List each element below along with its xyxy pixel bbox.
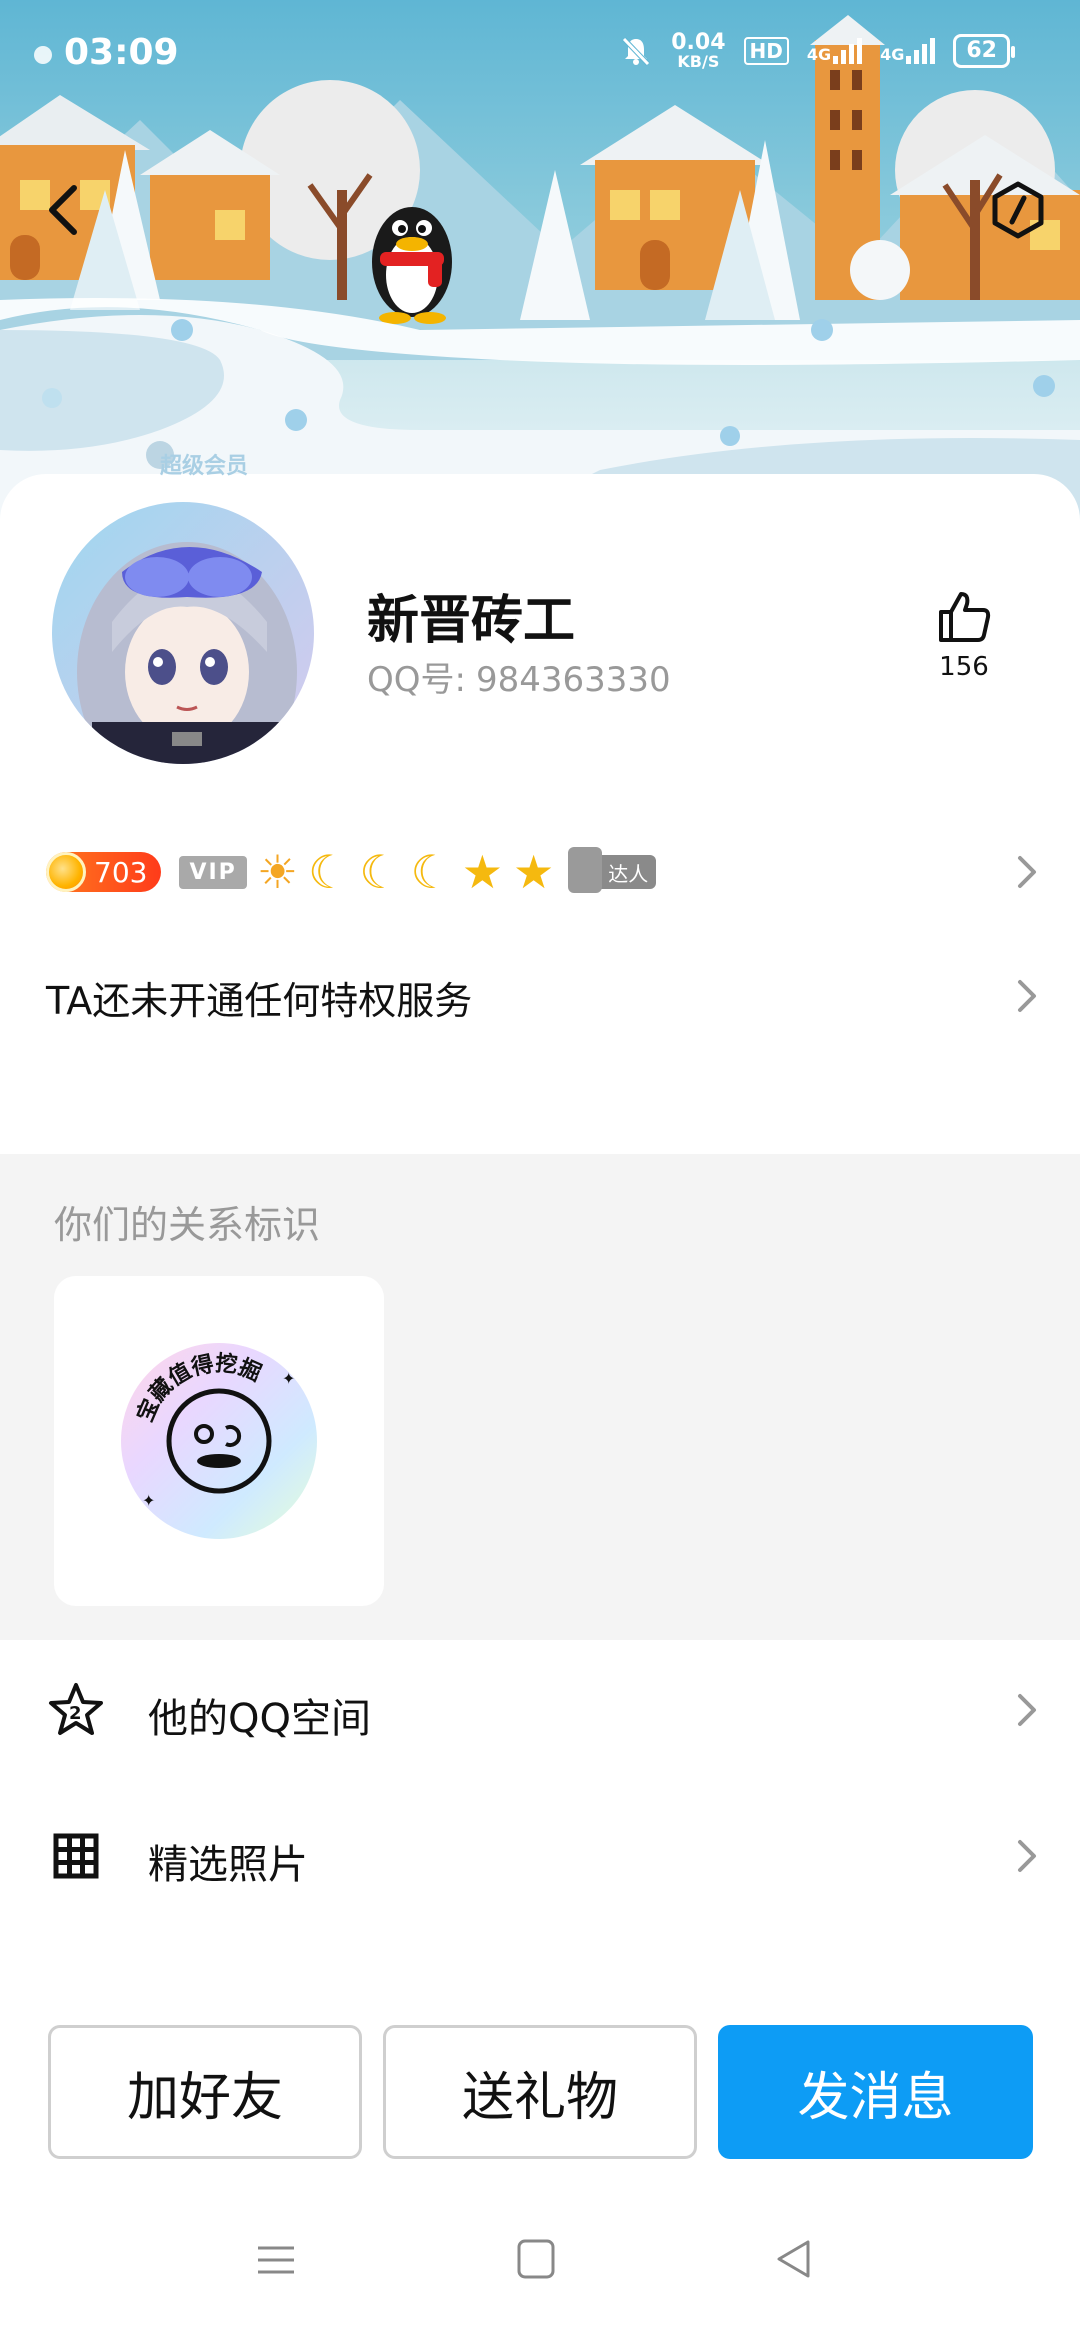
chevron-right-icon[interactable] [1014, 976, 1040, 1016]
talent-badge: 达人 [568, 847, 657, 893]
svg-text:✦: ✦ [282, 1369, 295, 1388]
send-message-button[interactable]: 发消息 [718, 2025, 1033, 2159]
activity-level-badge: 703 [46, 852, 162, 892]
menu-icon[interactable] [256, 2240, 296, 2280]
svg-text:✦: ✦ [142, 1491, 155, 1510]
mute-bell-icon [622, 37, 651, 66]
home-icon[interactable] [516, 2238, 556, 2280]
svip-watermark: 超级会员 [160, 454, 249, 479]
network-speed-value: 0.04 [671, 30, 726, 55]
sun-level-icon: ☀ [256, 845, 299, 899]
network-speed-unit: KB/S [677, 52, 720, 71]
activity-level-value: 703 [94, 855, 148, 889]
network-speed: 0.04 KB/S [671, 32, 725, 70]
add-friend-button[interactable]: 加好友 [48, 2025, 362, 2159]
sim1-network-type: 4G [806, 45, 832, 64]
thumbs-up-icon [939, 592, 991, 642]
chevron-right-icon [1018, 1840, 1036, 1872]
like-count: 156 [939, 652, 989, 682]
qq-number-line: QQ号: 984363330 [367, 652, 671, 701]
battery-icon: 62 [953, 34, 1015, 68]
privilege-status[interactable]: TA还未开通任何特权服务 [46, 970, 472, 1025]
battery-level: 62 [966, 38, 997, 63]
star-icon: 2 [49, 1683, 103, 1735]
system-navigation-bar [0, 2200, 1080, 2340]
like-button[interactable]: 156 [930, 588, 998, 682]
star-level-icon: ★ [513, 845, 555, 899]
moon-level-icon: ☾ [410, 845, 452, 899]
vip-badge: VIP [179, 855, 247, 889]
relationship-section-title: 你们的关系标识 [54, 1203, 321, 1247]
more-settings-button[interactable] [988, 180, 1048, 240]
treasure-badge-icon: 宝藏值得挖掘 ✦ ✦ [121, 1343, 317, 1539]
list-item-featured-photos[interactable]: 精选照片 [0, 1786, 1080, 1926]
svg-text:2: 2 [69, 1703, 82, 1724]
signal-sim1-icon: 4G [806, 38, 863, 64]
signal-sim2-icon: 4G [880, 38, 936, 64]
send-gift-button[interactable]: 送礼物 [383, 2025, 697, 2159]
list-item-label: 精选照片 [148, 1842, 308, 1888]
nickname: 新晋砖工 [367, 591, 576, 651]
hd-icon: HD [743, 37, 789, 65]
grid-icon [53, 1833, 99, 1879]
star-level-icon: ★ [461, 845, 504, 899]
moon-level-icon: ☾ [359, 845, 401, 899]
level-badges-row[interactable]: 703 VIP ☀ ☾ ☾ ☾ ★ ★ 达人 [46, 842, 657, 902]
back-button[interactable] [40, 180, 90, 240]
sim2-network-type: 4G [880, 45, 905, 64]
status-bar: 03:09 0.04 KB/S HD 4G 4G 62 [0, 0, 1080, 110]
list-item-label: 他的QQ空间 [148, 1696, 371, 1742]
chevron-left-icon [49, 185, 77, 235]
notification-dot-icon [34, 46, 52, 64]
hexagon-settings-icon [992, 181, 1044, 239]
list-item-qzone[interactable]: 2 他的QQ空间 [0, 1640, 1080, 1780]
chevron-right-icon [1018, 1694, 1036, 1726]
relationship-section: 你们的关系标识 宝藏值得挖掘 ✦ ✦ [0, 1154, 1080, 1640]
status-icons: 0.04 KB/S HD 4G 4G 62 [619, 32, 1015, 70]
back-triangle-icon[interactable] [774, 2238, 814, 2280]
moon-level-icon: ☾ [308, 845, 350, 899]
chevron-right-icon[interactable] [1014, 852, 1040, 892]
avatar[interactable] [48, 498, 318, 768]
avatar-image [52, 502, 314, 764]
relationship-badge-card[interactable]: 宝藏值得挖掘 ✦ ✦ [54, 1276, 384, 1606]
qq-number-value[interactable]: 984363330 [476, 660, 671, 700]
qq-number-label: QQ号: [367, 660, 466, 700]
coin-icon [46, 852, 86, 892]
status-time: 03:09 [64, 32, 179, 73]
